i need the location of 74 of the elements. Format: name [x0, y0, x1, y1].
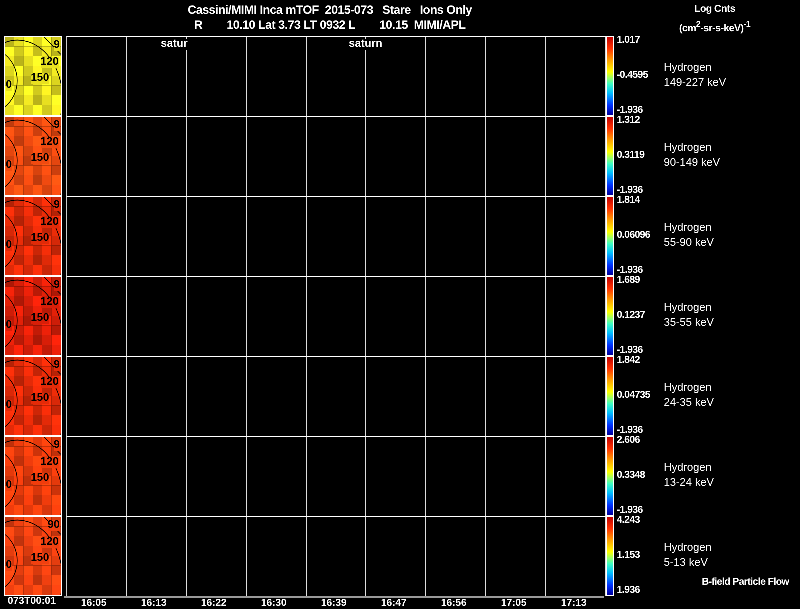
time-tick-label: 16:05	[80, 598, 108, 609]
scale-mid: 0.3348	[617, 471, 646, 481]
contour-label: 120	[40, 377, 59, 388]
plot-title: Cassini/MIMI Inca mTOF 2015-073 Stare Ions Only	[188, 3, 472, 18]
scale-mid: 1.153	[617, 551, 642, 561]
time-tick-label: 16:39	[320, 598, 348, 609]
contour-label: 120	[40, 457, 59, 468]
scale-mid: 0.06096	[617, 231, 652, 241]
time-tick-label: 17:05	[500, 598, 528, 609]
contour-label: 150	[31, 393, 50, 404]
plot-label: saturn	[349, 39, 383, 50]
scale-min: 1.936	[617, 586, 642, 596]
contour-label: 150	[31, 153, 50, 164]
contour-label: 0	[6, 320, 12, 331]
species-label: Hydrogen	[664, 541, 713, 556]
scale-min: -1.936	[617, 266, 644, 276]
scale-mid: 0.04735	[617, 391, 652, 401]
scale-mid: 0.3119	[617, 151, 646, 161]
scale-min: -1.936	[617, 106, 644, 116]
species-label: Hydrogen	[664, 61, 713, 76]
orbit-info: R 10.10 Lat 3.73 LT 0932 L 10.15 MIMI/APL	[194, 18, 466, 33]
contour-label: 150	[31, 73, 50, 84]
contour-label: 150	[31, 473, 50, 484]
scale-max: 2.606	[617, 436, 642, 446]
species-label: Hydrogen	[664, 381, 713, 396]
contour-label: 120	[40, 217, 59, 228]
species-label: Hydrogen	[664, 301, 713, 316]
scale-min: -1.936	[617, 346, 644, 356]
contour-label: 150	[31, 553, 50, 564]
plot-label: satur	[161, 39, 188, 50]
scale-min: -1.936	[617, 426, 644, 436]
energy-range: 55-90 keV	[664, 236, 716, 251]
scale-mid: -0.4595	[617, 71, 650, 81]
contour-label: 120	[40, 297, 59, 308]
time-tick-label: 16:30	[260, 598, 288, 609]
contour-label: 0	[6, 240, 12, 251]
scale-max: 1.689	[617, 276, 642, 286]
time-tick-label: 16:47	[380, 598, 408, 609]
contour-label: 90	[48, 520, 60, 531]
contour-label: 0	[6, 80, 12, 91]
contour-label: 0	[6, 480, 12, 491]
species-label: Hydrogen	[664, 141, 713, 156]
contour-label: 0	[6, 160, 12, 171]
contour-label: 150	[31, 313, 50, 324]
energy-range: 149-227 keV	[664, 76, 728, 91]
contour-label: 0	[6, 400, 12, 411]
time-tick-label: 16:13	[140, 598, 168, 609]
scale-max: 1.814	[617, 196, 642, 206]
contour-label: 120	[40, 537, 59, 548]
energy-range: 24-35 keV	[664, 396, 716, 411]
legend-note: B-field Particle Flow	[702, 577, 790, 588]
scale-max: 1.842	[617, 356, 642, 366]
species-label: Hydrogen	[664, 461, 713, 476]
units-label: (cm$^{2}$-sr-s-keV)$^{-1}$	[679, 18, 751, 36]
contour-label: 0	[6, 560, 12, 571]
scale-mid: 0.1237	[617, 311, 646, 321]
scale-min: -1.936	[617, 186, 644, 196]
time-tick-label: 17:13	[560, 598, 588, 609]
energy-range: 90-149 keV	[664, 156, 722, 171]
energy-range: 13-24 keV	[664, 476, 716, 491]
species-label: Hydrogen	[664, 221, 713, 236]
time-tick-label: 16:22	[200, 598, 228, 609]
time-tick-label: 16:56	[440, 598, 468, 609]
contour-label: 120	[40, 57, 59, 68]
contour-label: 150	[31, 233, 50, 244]
scale-max: 1.017	[617, 36, 642, 46]
energy-range: 5-13 keV	[664, 556, 710, 571]
units-title: Log Cnts	[694, 3, 736, 17]
energy-range: 35-55 keV	[664, 316, 716, 331]
scale-max: 4.243	[617, 516, 642, 526]
scale-max: 1.312	[617, 116, 642, 126]
axis-start-label: 073T00:01	[6, 596, 58, 609]
scale-min: -1.936	[617, 506, 644, 516]
contour-label: 120	[40, 137, 59, 148]
